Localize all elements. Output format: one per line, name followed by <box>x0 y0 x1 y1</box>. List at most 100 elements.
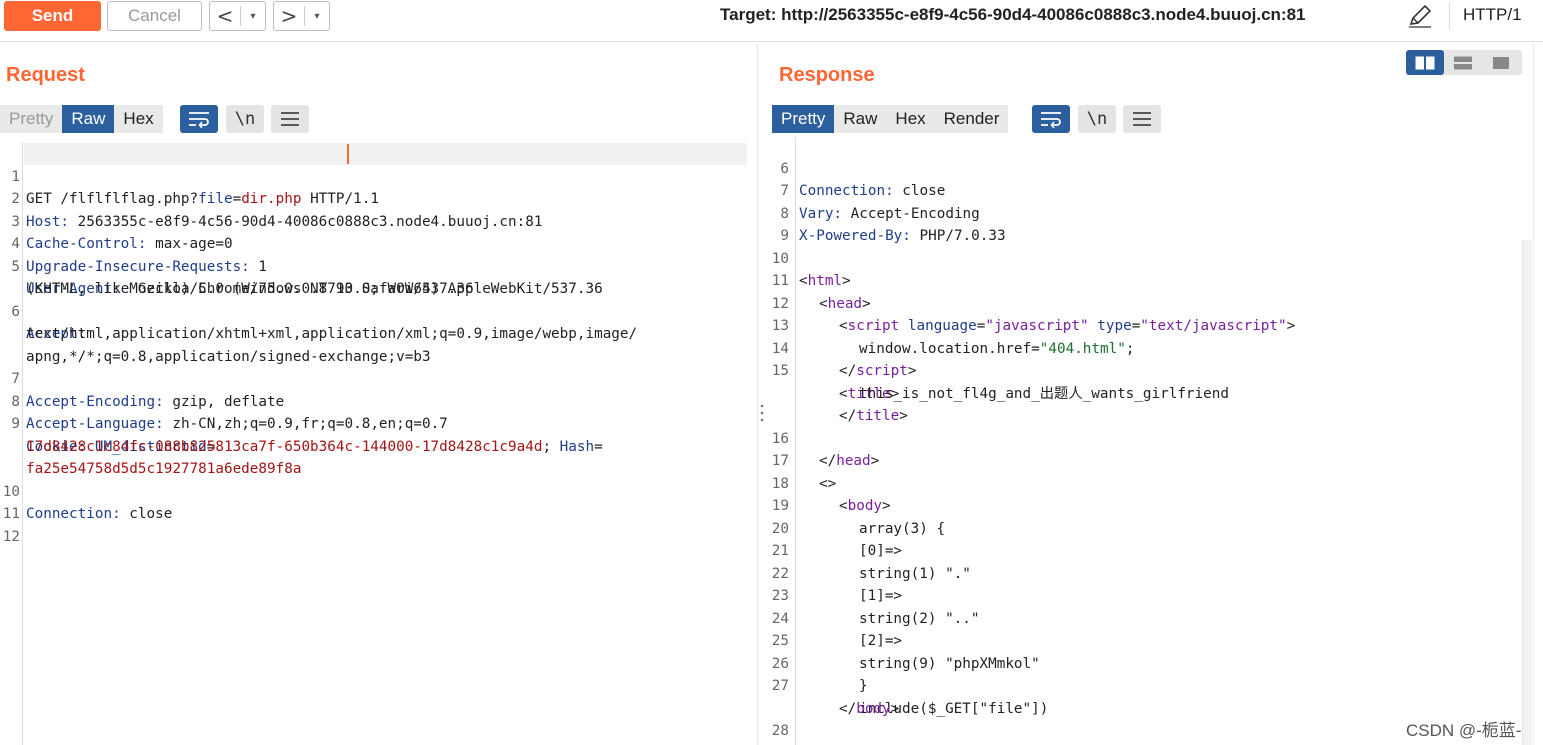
header-name: Cache-Control: <box>26 236 147 252</box>
js-string: "404.html" <box>1039 340 1126 357</box>
attr-name: type <box>1088 318 1132 334</box>
equals: = <box>1131 318 1141 334</box>
tag-bracket: > <box>842 273 851 289</box>
header-value: 2563355c-e8f9-4c56-90d4-40086c0888c3.nod… <box>69 213 543 230</box>
code-line: 13 window.location.href="404.html"; <box>769 293 1135 357</box>
header-name: Accept-Language: <box>26 416 164 432</box>
tag-bracket: </ <box>839 700 857 717</box>
cookie-value: fa25e54758d5d5c1927781a6ede89f8a <box>26 461 302 477</box>
tab-raw[interactable]: Raw <box>834 105 887 133</box>
tag-bracket: </ <box>839 408 857 424</box>
chevron-down-icon[interactable]: ▾ <box>241 11 265 22</box>
header-value: zh-CN,zh;q=0.9,fr;q=0.8,en;q=0.7 <box>163 416 448 432</box>
empty-tag: <> <box>819 475 837 492</box>
response-editor[interactable]: 6 Connection: close 7 Vary: Accept-Encod… <box>769 135 1519 743</box>
tab-hex[interactable]: Hex <box>886 105 935 133</box>
header-name: Connection: <box>799 183 894 199</box>
hamburger-menu-icon <box>281 112 299 126</box>
http-version-text: HTTP/1.1 <box>301 191 379 207</box>
chevron-down-icon[interactable]: ▾ <box>305 11 329 22</box>
wrap-icon <box>189 112 209 129</box>
vertical-scrollbar[interactable] <box>1522 240 1532 745</box>
forward-button[interactable]: > ▾ <box>273 1 330 31</box>
tag-bracket: < <box>839 318 848 334</box>
code-line: 4 Upgrade-Insecure-Requests: 1 <box>0 211 267 275</box>
header-value: text/html,application/xhtml+xml,applicat… <box>26 326 638 342</box>
code-line: 12 <script language="javascript" type="t… <box>769 270 1295 335</box>
header-name: Accept-Encoding: <box>26 393 164 410</box>
equals: = <box>232 191 242 207</box>
tag-bracket: </ <box>819 453 837 469</box>
body-text: [0]=> <box>859 543 903 559</box>
code-line: (KHTML, like Gecko) Chrome/75.0.0.8793 S… <box>0 256 474 297</box>
layout-single-button[interactable] <box>1482 50 1520 75</box>
response-menu-button[interactable] <box>1123 105 1161 133</box>
request-menu-button[interactable] <box>271 105 309 133</box>
body-text: string(1) "." <box>859 565 971 582</box>
panel-divider[interactable] <box>757 44 758 745</box>
tab-pretty[interactable]: Pretty <box>772 105 835 133</box>
code-line: 27 include($_GET["file"]) <box>769 653 1049 717</box>
tab-raw[interactable]: Raw <box>62 105 115 133</box>
response-title: Response <box>779 64 875 86</box>
body-text: [2]=> <box>859 633 903 649</box>
code-line: 25 string(9) "phpXMmkol" <box>769 608 1040 672</box>
header-value: max-age=0 <box>146 236 233 252</box>
attr-value: "text/javascript" <box>1140 318 1287 334</box>
response-tabs: Pretty Raw Hex Render <box>772 105 1009 133</box>
single-pane-icon <box>1493 56 1509 69</box>
http-version[interactable]: HTTP/1 <box>1463 5 1522 25</box>
tab-hex[interactable]: Hex <box>114 105 163 133</box>
code-line: 24 [2]=> <box>769 585 902 650</box>
tag-bracket: </ <box>839 363 857 379</box>
cookie-value: 17d8428c1c84fc-088b825813ca7f-650b364c-1… <box>26 438 543 455</box>
show-newlines-button[interactable]: \n <box>1078 105 1116 133</box>
tag-bracket: > <box>890 700 900 717</box>
code-line: 23 string(2) ".." <box>769 563 980 627</box>
equals: = <box>594 438 603 455</box>
word-wrap-button[interactable] <box>180 105 218 133</box>
tag-name: head <box>827 295 863 312</box>
code-line: 10 Connection: close <box>0 458 173 523</box>
body-text: string(2) ".." <box>859 610 980 627</box>
code-line: 5 User-Agent: Mozilla/5.0 (Windows NT 10… <box>0 233 602 298</box>
header-value: 1 <box>249 258 268 275</box>
code-line: 11 <head> <box>769 248 871 312</box>
wrap-icon <box>1041 112 1061 129</box>
drag-handle-icon[interactable] <box>760 403 764 423</box>
tag-name: body <box>856 700 891 717</box>
header-value: PHP/7.0.33 <box>910 228 1006 244</box>
request-tabs: Pretty Raw Hex <box>0 105 163 133</box>
header-name: Vary: <box>799 205 843 222</box>
word-wrap-button[interactable] <box>1032 105 1070 133</box>
send-button[interactable]: Send <box>4 1 101 31</box>
code-line: 20 [0]=> <box>769 495 902 560</box>
tag-name: body <box>847 498 883 514</box>
code-line: </title> <box>769 383 908 424</box>
code-line: 22 [1]=> <box>769 540 902 605</box>
layout-side-by-side-button[interactable] <box>1406 50 1444 75</box>
show-newlines-button[interactable]: \n <box>226 105 264 133</box>
code-line: 9 Cookie: UM_distinctid= <box>0 391 215 455</box>
code-line: 19 array(3) { <box>769 473 945 537</box>
request-method-path: GET /flflflflag.php? <box>26 191 199 207</box>
divider <box>1533 44 1534 745</box>
chevron-left-icon: < <box>216 4 234 28</box>
cancel-button[interactable]: Cancel <box>107 1 202 31</box>
code-line: 28 </html> <box>769 698 803 739</box>
layout-stacked-button[interactable] <box>1444 50 1482 75</box>
code-line: 12 <box>0 503 34 545</box>
back-button[interactable]: < ▾ <box>209 1 266 31</box>
tag-bracket: > <box>907 363 917 379</box>
code-line: 14 </script> <box>769 315 917 380</box>
tab-render[interactable]: Render <box>934 105 1009 133</box>
code-line: 1 GET /flflflflag.php?file=dir.php HTTP/… <box>0 143 379 208</box>
tag-name: script <box>847 318 900 334</box>
header-value: (KHTML, like Gecko) Chrome/75.0.0.8793 S… <box>26 281 474 297</box>
tab-pretty[interactable]: Pretty <box>0 105 63 133</box>
tag-bracket: > <box>899 408 908 424</box>
text-caret <box>347 144 349 164</box>
pencil-icon[interactable] <box>1406 3 1434 29</box>
header-value: gzip, deflate <box>163 393 285 410</box>
request-editor[interactable]: 1 GET /flflflflag.php?file=dir.php HTTP/… <box>0 143 750 743</box>
